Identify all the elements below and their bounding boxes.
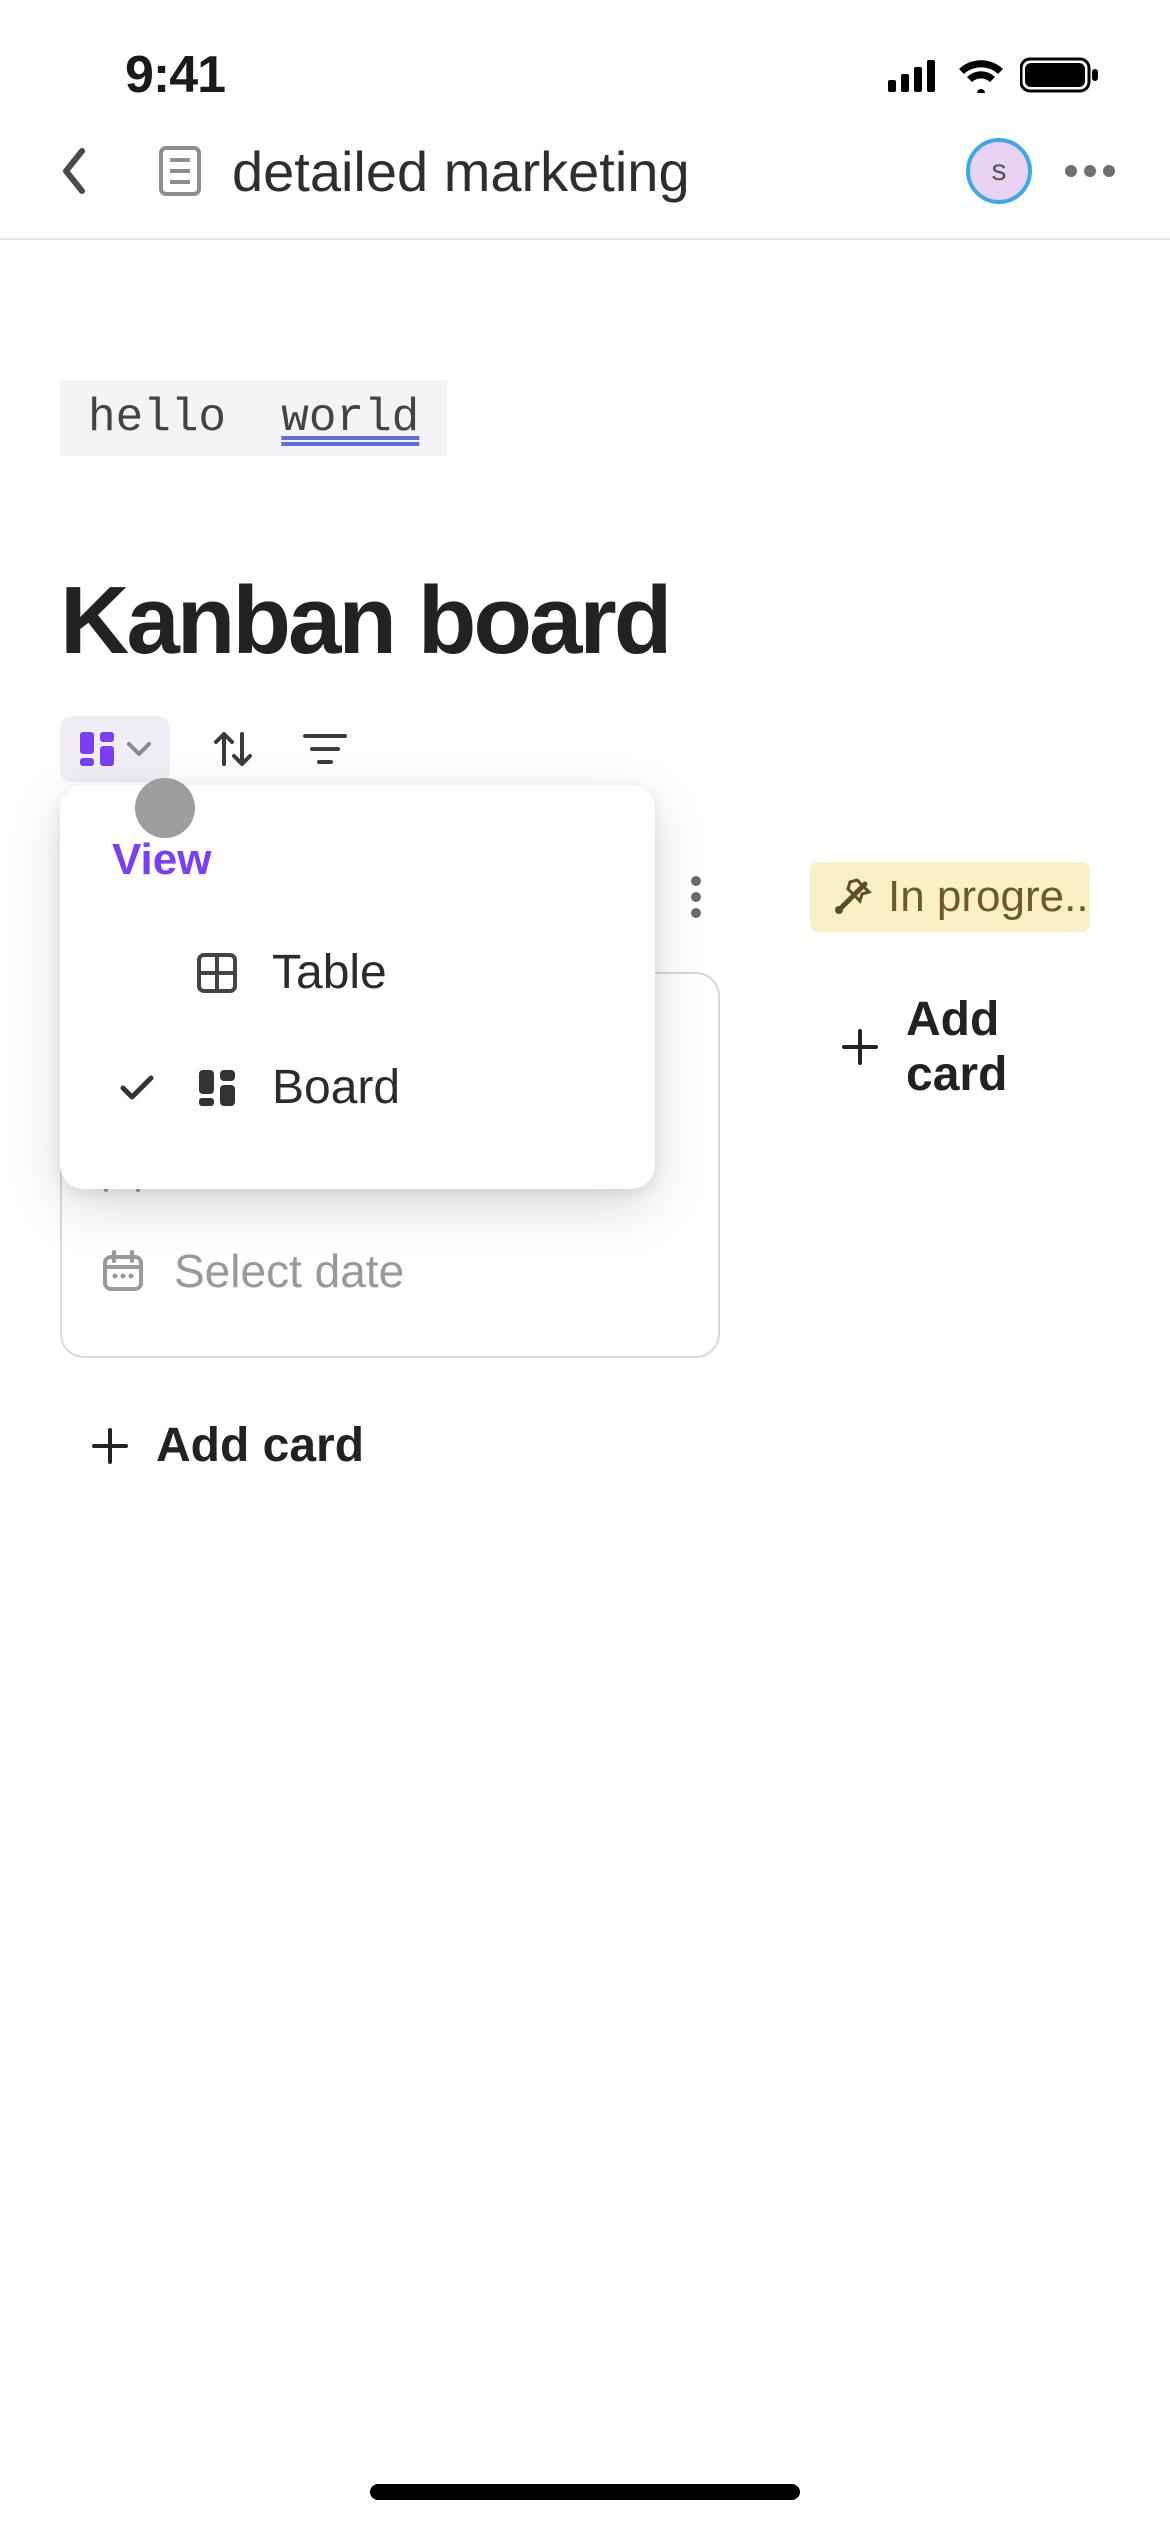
board-icon — [196, 1067, 238, 1109]
page-title[interactable]: detailed marketing — [232, 139, 938, 204]
filter-icon — [303, 732, 347, 766]
document-icon — [156, 147, 204, 195]
add-card-button-todo[interactable]: Add card — [60, 1398, 720, 1493]
plus-icon — [840, 1027, 880, 1067]
back-button[interactable] — [50, 147, 98, 195]
filter-button[interactable] — [296, 720, 354, 778]
board-heading[interactable]: Kanban board — [60, 566, 1110, 676]
more-button[interactable] — [1060, 141, 1120, 201]
view-popover-title: View — [88, 829, 627, 915]
tools-icon — [832, 877, 872, 917]
column-label-text: In progre.. — [888, 872, 1089, 922]
view-option-board[interactable]: Board — [88, 1030, 627, 1145]
app-header: detailed marketing s — [0, 120, 1170, 240]
column-label-in-progress[interactable]: In progre.. — [810, 862, 1090, 932]
column-menu-button[interactable] — [672, 873, 720, 921]
view-switcher-button[interactable] — [60, 716, 170, 782]
check-icon — [112, 1074, 162, 1102]
calendar-icon — [102, 1250, 144, 1292]
table-icon — [196, 952, 238, 994]
add-card-label: Add card — [156, 1418, 364, 1473]
column-in-progress: In progre.. Add card — [810, 862, 1110, 1493]
ellipsis-icon — [1064, 164, 1116, 178]
add-card-button-in-progress[interactable]: Add card — [810, 972, 1110, 1122]
view-option-label: Board — [272, 1060, 400, 1115]
cellular-icon — [888, 58, 942, 92]
wifi-icon — [956, 57, 1006, 93]
home-indicator — [370, 2484, 800, 2500]
code-word-hello: hello — [88, 392, 226, 444]
view-option-label: Table — [272, 945, 387, 1000]
plus-icon — [90, 1426, 130, 1466]
view-toolbar — [60, 716, 1110, 782]
board-icon — [78, 730, 116, 768]
touch-indicator — [135, 778, 195, 838]
status-time: 9:41 — [125, 45, 225, 105]
add-card-label: Add card — [906, 992, 1080, 1102]
vertical-ellipsis-icon — [690, 875, 702, 919]
code-block[interactable]: hello world — [60, 380, 447, 456]
code-word-world: world — [281, 392, 419, 444]
chevron-left-icon — [60, 147, 88, 195]
view-popover: View Table Board — [60, 785, 655, 1189]
sort-icon — [210, 726, 256, 772]
card-date-field[interactable]: Select date — [102, 1226, 678, 1316]
view-option-table[interactable]: Table — [88, 915, 627, 1030]
status-icons — [888, 56, 1100, 94]
card-date-placeholder: Select date — [174, 1244, 404, 1298]
status-bar: 9:41 — [0, 0, 1170, 120]
sort-button[interactable] — [204, 720, 262, 778]
column-header-in-progress: In progre.. — [810, 862, 1110, 932]
chevron-down-icon — [126, 741, 152, 757]
avatar[interactable]: s — [966, 138, 1032, 204]
battery-icon — [1020, 56, 1100, 94]
